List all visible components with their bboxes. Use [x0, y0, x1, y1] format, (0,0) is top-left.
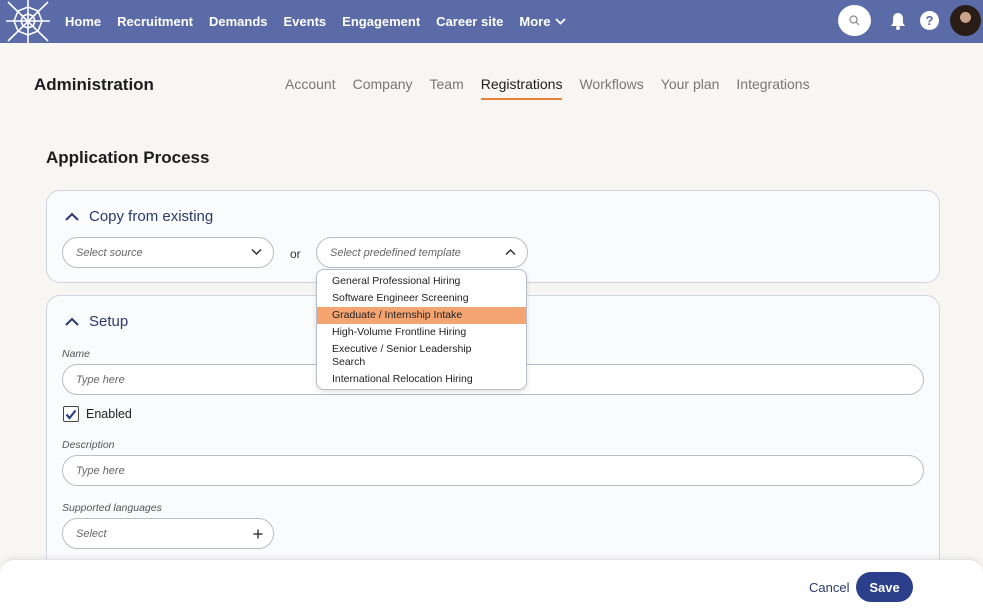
template-option[interactable]: Executive / Senior Leadership Search [317, 341, 497, 371]
copy-card-toggle[interactable]: Copy from existing [65, 208, 213, 225]
or-label: or [290, 247, 301, 261]
footer-bar: Cancel Save [0, 559, 983, 611]
chevron-up-icon [65, 212, 79, 221]
tab-registrations[interactable]: Registrations [480, 76, 562, 100]
chevron-up-icon [505, 248, 516, 256]
cancel-button[interactable]: Cancel [809, 580, 849, 595]
languages-select-placeholder: Select [76, 527, 107, 540]
tab-account[interactable]: Account [285, 76, 336, 100]
chevron-up-icon [65, 317, 79, 326]
nav-more-label: More [519, 14, 551, 29]
name-label: Name [62, 348, 91, 360]
template-option[interactable]: General Professional Hiring [317, 273, 526, 290]
template-option[interactable]: High-Volume Frontline Hiring [317, 324, 526, 341]
tab-your-plan[interactable]: Your plan [661, 76, 720, 100]
chevron-down-icon [251, 248, 262, 256]
top-nav: Home Recruitment Demands Events Engageme… [0, 0, 983, 43]
search-icon [849, 15, 860, 26]
setup-card-title: Setup [89, 313, 129, 330]
template-option[interactable]: Software Engineer Screening [317, 290, 526, 307]
page-title: Administration [34, 75, 154, 94]
save-button[interactable]: Save [856, 572, 913, 602]
copy-card-title: Copy from existing [89, 208, 214, 225]
chevron-down-icon [555, 18, 567, 25]
bell-icon[interactable] [888, 11, 908, 31]
template-select-placeholder: Select predefined template [330, 246, 461, 259]
nav-home[interactable]: Home [65, 14, 101, 29]
template-dropdown-menu: General Professional Hiring Software Eng… [316, 269, 527, 390]
checkmark-icon [65, 409, 77, 420]
tab-team[interactable]: Team [430, 76, 464, 100]
enabled-label: Enabled [86, 407, 132, 421]
template-option[interactable]: International Relocation Hiring [317, 371, 526, 388]
enabled-checkbox-row[interactable]: Enabled [63, 406, 132, 422]
main-menu: Home Recruitment Demands Events Engageme… [65, 0, 582, 43]
avatar[interactable] [950, 5, 981, 36]
languages-label: Supported languages [62, 502, 162, 514]
enabled-checkbox[interactable] [63, 406, 79, 422]
source-select-placeholder: Select source [76, 246, 143, 259]
tab-workflows[interactable]: Workflows [579, 76, 643, 100]
help-icon[interactable]: ? [920, 11, 939, 30]
source-select[interactable]: Select source [62, 237, 274, 268]
spiderweb-logo-icon[interactable] [6, 0, 50, 43]
nav-more[interactable]: More [519, 14, 567, 29]
nav-events[interactable]: Events [284, 14, 327, 29]
description-input[interactable]: Type here [62, 455, 924, 486]
nav-demands[interactable]: Demands [209, 14, 268, 29]
languages-select[interactable]: Select [62, 518, 274, 549]
name-input-placeholder: Type here [76, 373, 125, 386]
template-select[interactable]: Select predefined template [316, 237, 528, 268]
setup-card-toggle[interactable]: Setup [65, 313, 128, 330]
description-label: Description [62, 439, 115, 451]
search-button[interactable] [838, 5, 871, 36]
template-option-highlighted[interactable]: Graduate / Internship Intake [317, 307, 526, 324]
nav-engagement[interactable]: Engagement [342, 14, 420, 29]
nav-recruitment[interactable]: Recruitment [117, 14, 193, 29]
section-title: Application Process [46, 148, 210, 167]
description-input-placeholder: Type here [76, 464, 125, 477]
tab-integrations[interactable]: Integrations [736, 76, 809, 100]
admin-tabs: Account Company Team Registrations Workf… [285, 76, 827, 100]
nav-career-site[interactable]: Career site [436, 14, 503, 29]
tab-company[interactable]: Company [353, 76, 413, 100]
plus-icon [253, 529, 263, 539]
